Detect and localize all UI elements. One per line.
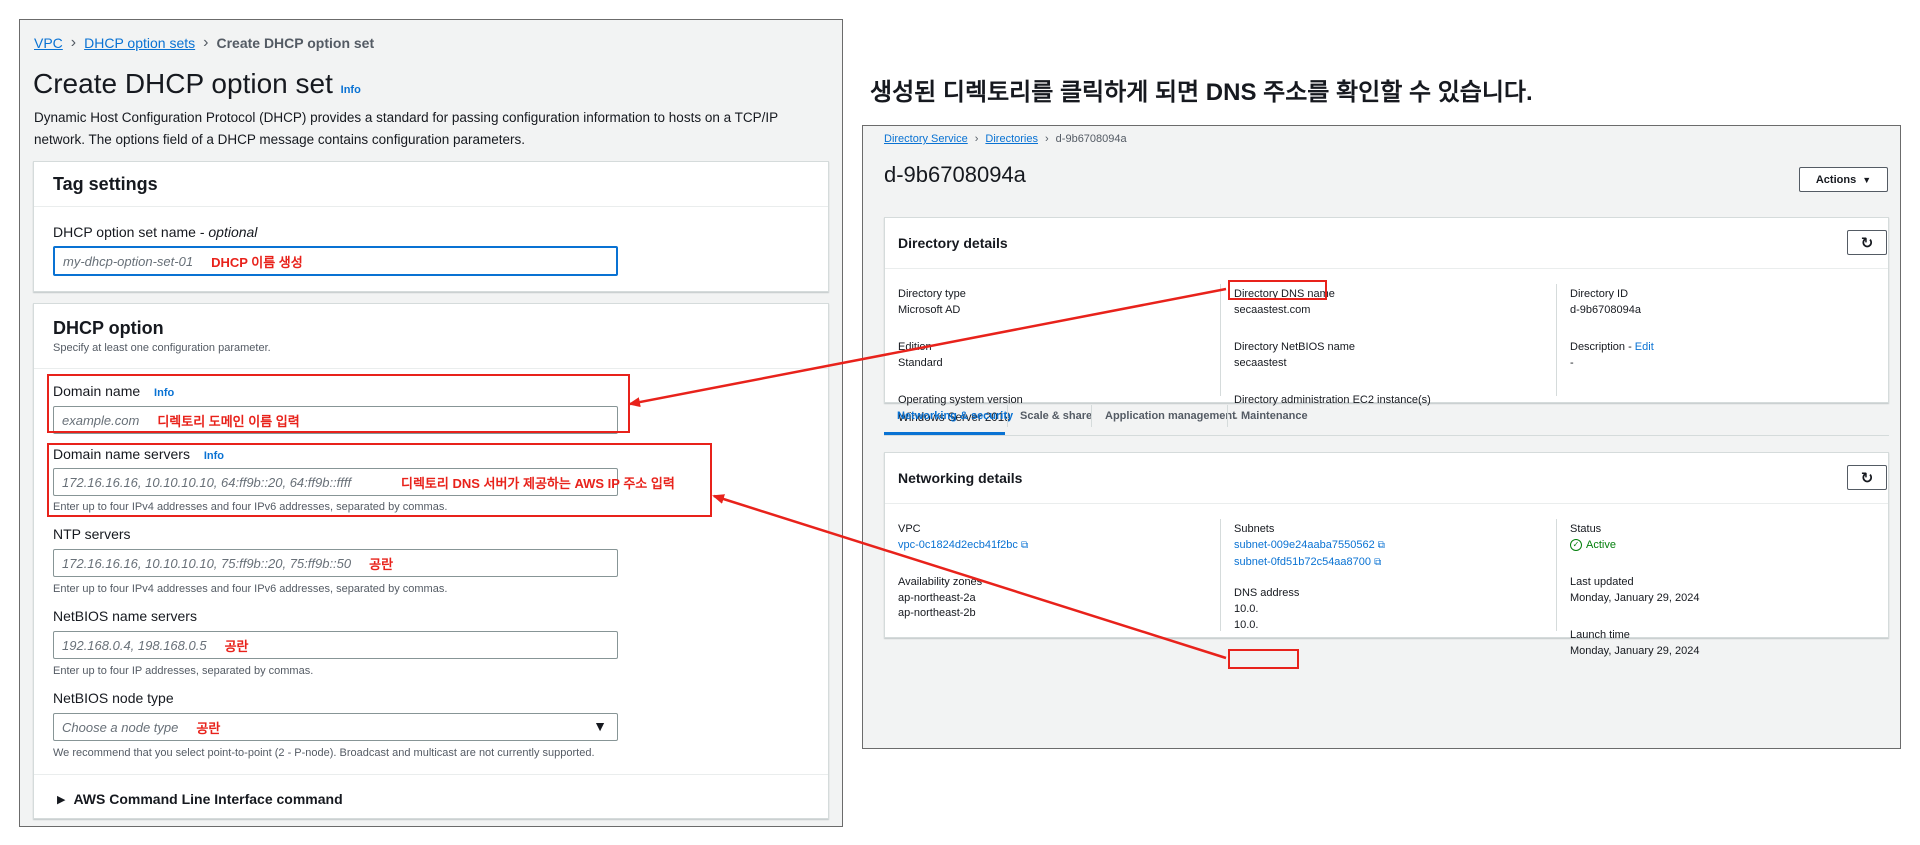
arrow-dns-address-to-servers [712,494,1227,660]
annotation-arrows [628,287,1227,660]
arrow-dns-name-to-domain-name [628,287,1227,408]
